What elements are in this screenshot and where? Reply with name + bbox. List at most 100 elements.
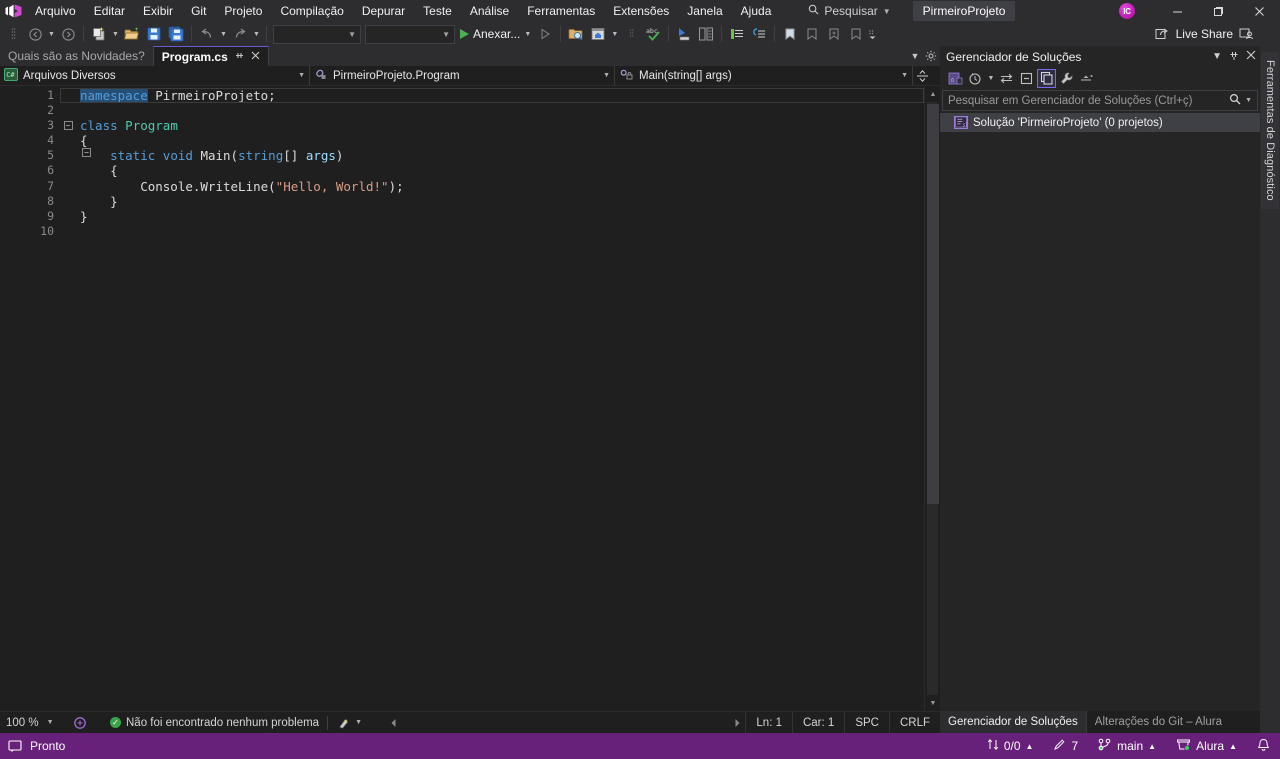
global-search[interactable]: Pesquisar ▼	[800, 1, 898, 21]
save-all-icon[interactable]	[165, 23, 187, 45]
spell-check-icon[interactable]: abc	[642, 23, 664, 45]
menu-depurar[interactable]: Depurar	[353, 0, 414, 22]
menu-compilacao[interactable]: Compilação	[271, 0, 352, 22]
undo-dropdown[interactable]: ▼	[218, 23, 229, 45]
build-platform-combo[interactable]: ▼	[365, 24, 455, 44]
solution-node[interactable]: sln Solução 'PirmeiroProjeto' (0 projeto…	[940, 113, 1260, 132]
clear-bookmarks-icon[interactable]	[845, 23, 867, 45]
notifications-button[interactable]	[1247, 733, 1280, 759]
new-item-icon[interactable]	[88, 23, 110, 45]
pending-changes-dropdown[interactable]: ▼	[986, 69, 996, 88]
scroll-right-icon[interactable]	[729, 715, 745, 731]
column-indicator[interactable]: Car: 1	[791, 712, 844, 734]
pending-changes-icon[interactable]	[966, 69, 985, 88]
maximize-button[interactable]	[1198, 0, 1239, 22]
navigate-back-icon[interactable]	[24, 23, 46, 45]
menu-projeto[interactable]: Projeto	[215, 0, 271, 22]
start-without-debugging-icon[interactable]	[534, 23, 556, 45]
editor-vertical-scrollbar[interactable]: ▲ ▼	[924, 86, 940, 711]
compare-files-icon[interactable]	[695, 23, 717, 45]
menu-ajuda[interactable]: Ajuda	[732, 0, 781, 22]
problems-indicator[interactable]: ✓ Não foi encontrado nenhum problema	[110, 717, 319, 729]
tab-whats-new[interactable]: Quais são as Novidades?	[0, 46, 153, 66]
navbar-project-dropdown[interactable]: C# Arquivos Diversos ▼	[0, 66, 310, 85]
menu-exibir[interactable]: Exibir	[134, 0, 182, 22]
redo-icon[interactable]	[229, 23, 251, 45]
close-icon[interactable]	[1246, 50, 1256, 63]
scroll-down-arrow-icon[interactable]: ▼	[925, 695, 941, 711]
notification-icon[interactable]	[8, 739, 22, 753]
previous-bookmark-icon[interactable]	[801, 23, 823, 45]
tab-settings-gear-icon[interactable]	[924, 47, 938, 65]
save-icon[interactable]	[143, 23, 165, 45]
tab-program-cs[interactable]: Program.cs	[152, 46, 269, 66]
wrench-icon[interactable]	[1057, 69, 1076, 88]
preview-selected-items-icon[interactable]	[1077, 69, 1096, 88]
solution-tree[interactable]: sln Solução 'PirmeiroProjeto' (0 projeto…	[940, 113, 1260, 711]
menu-janela[interactable]: Janela	[678, 0, 731, 22]
chevron-down-icon[interactable]: ▼	[1245, 97, 1252, 104]
tab-solution-explorer[interactable]: Gerenciador de Soluções	[940, 711, 1086, 733]
code-cleanup-icon[interactable]	[336, 715, 352, 731]
scrollbar-thumb[interactable]	[927, 104, 939, 504]
search-icon[interactable]	[1229, 93, 1241, 108]
collapse-all-icon[interactable]	[1017, 69, 1036, 88]
open-file-icon[interactable]	[121, 23, 143, 45]
show-all-files-icon[interactable]	[1037, 68, 1056, 88]
close-button[interactable]	[1239, 0, 1280, 22]
pin-icon[interactable]	[234, 50, 245, 64]
close-icon[interactable]	[251, 51, 260, 63]
menu-teste[interactable]: Teste	[414, 0, 461, 22]
toolbar-overflow-button[interactable]	[867, 23, 878, 45]
fold-toggle-method[interactable]: −	[82, 148, 91, 158]
zoom-control[interactable]: 100 % ▼	[0, 717, 72, 729]
indentation-indicator[interactable]: SPC	[844, 712, 889, 734]
panel-menu-icon[interactable]: ▼	[1212, 51, 1222, 62]
menu-arquivo[interactable]: Arquivo	[26, 0, 85, 22]
menu-extensoes[interactable]: Extensões	[604, 0, 678, 22]
menu-git[interactable]: Git	[182, 0, 215, 22]
next-bookmark-icon[interactable]	[823, 23, 845, 45]
repository-status[interactable]: Alura ▲	[1166, 733, 1247, 759]
branch-status[interactable]: main ▲	[1088, 733, 1166, 759]
navigate-back-dropdown[interactable]: ▼	[46, 23, 57, 45]
properties-window-icon[interactable]	[587, 23, 609, 45]
uncomment-lines-icon[interactable]	[748, 23, 770, 45]
bookmark-toggle-icon[interactable]	[779, 23, 801, 45]
redo-dropdown[interactable]: ▼	[251, 23, 262, 45]
line-indicator[interactable]: Ln: 1	[745, 712, 792, 734]
toolbar-options-grip[interactable]	[2, 23, 24, 45]
live-share-button[interactable]: Live Share	[1155, 22, 1254, 46]
line-ending-indicator[interactable]: CRLF	[888, 712, 940, 734]
tab-list-dropdown-icon[interactable]: ▼	[908, 47, 922, 65]
sync-icon[interactable]	[997, 69, 1016, 88]
solution-explorer-search[interactable]: Pesquisar em Gerenciador de Soluções (Ct…	[942, 90, 1258, 111]
pin-icon[interactable]	[1229, 50, 1239, 64]
minimize-button[interactable]	[1157, 0, 1198, 22]
navbar-member-dropdown[interactable]: Main(string[] args) ▼	[615, 66, 913, 85]
scroll-up-arrow-icon[interactable]: ▲	[925, 86, 941, 102]
intellicode-icon[interactable]	[72, 715, 88, 731]
avatar[interactable]: IC	[1119, 3, 1135, 19]
navbar-type-dropdown[interactable]: PirmeiroProjeto.Program ▼	[310, 66, 615, 85]
new-item-dropdown[interactable]: ▼	[110, 23, 121, 45]
step-into-icon[interactable]	[673, 23, 695, 45]
navigate-forward-icon[interactable]	[57, 23, 79, 45]
menu-editar[interactable]: Editar	[85, 0, 134, 22]
properties-dropdown[interactable]: ▼	[609, 23, 620, 45]
code-editor[interactable]: 1 namespace PirmeiroProjeto; 2 3 − class…	[0, 86, 924, 711]
toolbar-grip-2[interactable]	[620, 23, 642, 45]
tab-git-changes[interactable]: Alterações do Git – Alura	[1085, 711, 1230, 733]
menu-ferramentas[interactable]: Ferramentas	[518, 0, 604, 22]
chevron-down-icon[interactable]: ▼	[355, 719, 362, 726]
fold-toggle-class[interactable]: −	[60, 121, 76, 131]
comment-lines-icon[interactable]	[726, 23, 748, 45]
undo-icon[interactable]	[196, 23, 218, 45]
project-name-chip[interactable]: PirmeiroProjeto	[912, 1, 1016, 21]
sync-status[interactable]: 0/0 ▲	[977, 733, 1044, 759]
tab-diagnostic-tools[interactable]: Ferramentas de Diagnóstico	[1261, 52, 1279, 209]
menu-analise[interactable]: Análise	[461, 0, 518, 22]
pending-edits-status[interactable]: 7	[1043, 733, 1088, 759]
search-solution-explorer-icon[interactable]	[565, 23, 587, 45]
scroll-left-icon[interactable]	[386, 715, 402, 731]
